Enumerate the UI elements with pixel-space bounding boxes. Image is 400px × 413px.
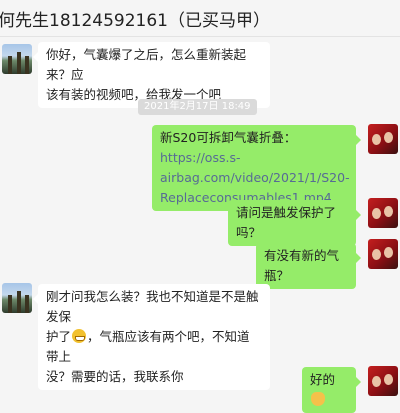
message-text: 有没有新的气瓶？ <box>264 248 340 283</box>
message-text: 护了 <box>46 329 72 344</box>
chat-header: 何先生18124592161（已买马甲） <box>0 0 400 37</box>
message-bubble-outgoing[interactable]: 请问是触发保护了吗？ <box>228 200 361 246</box>
message-text: 新S20可拆卸气囊折叠： <box>160 130 297 145</box>
grin-emoji-icon <box>72 329 87 343</box>
message-text: 刚才问我怎么装？我也不知道是不是触发保 <box>46 289 259 324</box>
message-timestamp: 2021年2月17日 18:49 <box>138 99 257 115</box>
chat-title: 何先生18124592161（已买马甲） <box>0 11 270 31</box>
message-bubble-incoming[interactable]: 刚才问我怎么装？我也不知道是不是触发保 护了 ，气瓶应该有两个吧，不知道带上 没？… <box>33 284 270 390</box>
message-text: 你好，气囊爆了之后，怎么重新装起来？应 <box>46 47 247 82</box>
message-text: 没？需要的话，我联系你 <box>46 369 184 384</box>
my-avatar[interactable] <box>368 239 398 269</box>
message-text: 请问是触发保护了吗？ <box>236 205 337 240</box>
video-link[interactable]: https://oss.s- <box>160 150 240 165</box>
message-text: 好的 <box>310 372 336 387</box>
my-avatar[interactable] <box>368 366 398 396</box>
contact-avatar[interactable] <box>2 283 32 313</box>
message-bubble-outgoing[interactable]: 新S20可拆卸气囊折叠： https://oss.s- airbag.com/vi… <box>152 125 361 211</box>
message-bubble-outgoing[interactable]: 有没有新的气瓶？ <box>256 243 361 289</box>
video-link[interactable]: airbag.com/video/2021/1/S20- <box>160 168 350 188</box>
ok-hand-emoji-icon <box>311 392 325 406</box>
contact-avatar[interactable] <box>2 44 32 74</box>
my-avatar[interactable] <box>368 198 398 228</box>
message-bubble-outgoing[interactable]: 好的 <box>302 367 361 413</box>
my-avatar[interactable] <box>368 124 398 154</box>
